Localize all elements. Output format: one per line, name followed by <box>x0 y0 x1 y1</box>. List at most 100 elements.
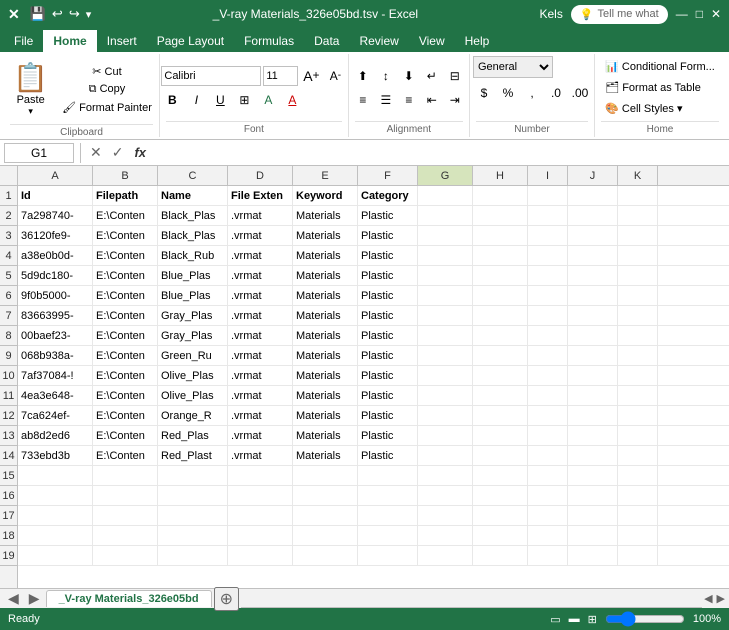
undo-icon[interactable]: ↩ <box>52 6 63 22</box>
cell-4-G[interactable] <box>418 246 473 265</box>
col-header-i[interactable]: I <box>528 166 568 185</box>
cell-reference-box[interactable] <box>4 143 74 163</box>
page-break-icon[interactable]: ⊞ <box>588 613 597 626</box>
cell-14-J[interactable] <box>568 446 618 465</box>
cell-2-J[interactable] <box>568 206 618 225</box>
wrap-text-btn[interactable]: ↵ <box>421 65 443 87</box>
row-num-7[interactable]: 7 <box>0 306 17 326</box>
cell-12-H[interactable] <box>473 406 528 425</box>
cell-15-D[interactable] <box>228 466 293 485</box>
cell-1-K[interactable] <box>618 186 658 205</box>
cell-19-C[interactable] <box>158 546 228 565</box>
cell-10-D[interactable]: .vrmat <box>228 366 293 385</box>
row-num-4[interactable]: 4 <box>0 246 17 266</box>
col-header-g[interactable]: G <box>418 166 473 185</box>
cell-13-C[interactable]: Red_Plas <box>158 426 228 445</box>
cell-8-B[interactable]: E:\Conten <box>93 326 158 345</box>
cell-8-D[interactable]: .vrmat <box>228 326 293 345</box>
cell-9-B[interactable]: E:\Conten <box>93 346 158 365</box>
align-middle-btn[interactable]: ↕ <box>375 65 397 87</box>
cell-17-F[interactable] <box>358 506 418 525</box>
cell-9-I[interactable] <box>528 346 568 365</box>
cell-11-H[interactable] <box>473 386 528 405</box>
cell-12-J[interactable] <box>568 406 618 425</box>
cell-11-E[interactable]: Materials <box>293 386 358 405</box>
font-name-input[interactable] <box>161 66 261 86</box>
cell-10-I[interactable] <box>528 366 568 385</box>
row-num-13[interactable]: 13 <box>0 426 17 446</box>
align-top-btn[interactable]: ⬆ <box>352 65 374 87</box>
scroll-left-btn[interactable]: ◀ <box>4 590 23 607</box>
cell-6-D[interactable]: .vrmat <box>228 286 293 305</box>
cell-3-D[interactable]: .vrmat <box>228 226 293 245</box>
col-header-b[interactable]: B <box>93 166 158 185</box>
cell-2-H[interactable] <box>473 206 528 225</box>
tab-page-layout[interactable]: Page Layout <box>147 30 234 52</box>
cell-8-A[interactable]: 00baef23- <box>18 326 93 345</box>
cell-2-B[interactable]: E:\Conten <box>93 206 158 225</box>
cell-19-K[interactable] <box>618 546 658 565</box>
cell-9-G[interactable] <box>418 346 473 365</box>
redo-icon[interactable]: ↪ <box>69 6 80 22</box>
cell-5-G[interactable] <box>418 266 473 285</box>
close-btn[interactable]: ✕ <box>711 7 721 21</box>
cell-11-K[interactable] <box>618 386 658 405</box>
cell-10-H[interactable] <box>473 366 528 385</box>
cell-14-I[interactable] <box>528 446 568 465</box>
cell-1-E[interactable]: Keyword <box>293 186 358 205</box>
cell-13-A[interactable]: ab8d2ed6 <box>18 426 93 445</box>
cell-5-D[interactable]: .vrmat <box>228 266 293 285</box>
cell-3-B[interactable]: E:\Conten <box>93 226 158 245</box>
tell-me-box[interactable]: 💡 Tell me what <box>571 5 668 24</box>
cell-12-I[interactable] <box>528 406 568 425</box>
font-size-input[interactable] <box>263 66 298 86</box>
cell-16-A[interactable] <box>18 486 93 505</box>
cell-19-A[interactable] <box>18 546 93 565</box>
cell-19-I[interactable] <box>528 546 568 565</box>
cell-13-J[interactable] <box>568 426 618 445</box>
cell-4-D[interactable]: .vrmat <box>228 246 293 265</box>
cell-1-G[interactable] <box>418 186 473 205</box>
cell-17-B[interactable] <box>93 506 158 525</box>
cell-5-I[interactable] <box>528 266 568 285</box>
conditional-format-btn[interactable]: 📊 Conditional Form... <box>600 57 720 76</box>
cell-4-K[interactable] <box>618 246 658 265</box>
tab-home[interactable]: Home <box>43 30 96 52</box>
tab-help[interactable]: Help <box>455 30 500 52</box>
cell-2-G[interactable] <box>418 206 473 225</box>
row-num-9[interactable]: 9 <box>0 346 17 366</box>
cell-15-K[interactable] <box>618 466 658 485</box>
cell-2-I[interactable] <box>528 206 568 225</box>
cell-6-I[interactable] <box>528 286 568 305</box>
row-num-16[interactable]: 16 <box>0 486 17 506</box>
cell-19-D[interactable] <box>228 546 293 565</box>
row-num-10[interactable]: 10 <box>0 366 17 386</box>
cell-10-B[interactable]: E:\Conten <box>93 366 158 385</box>
cell-2-K[interactable] <box>618 206 658 225</box>
cell-16-B[interactable] <box>93 486 158 505</box>
fill-color-button[interactable]: A <box>257 89 279 111</box>
number-format-select[interactable]: General <box>473 56 553 78</box>
cell-6-G[interactable] <box>418 286 473 305</box>
font-color-button[interactable]: A <box>281 89 303 111</box>
cell-6-E[interactable]: Materials <box>293 286 358 305</box>
cell-15-C[interactable] <box>158 466 228 485</box>
cell-11-D[interactable]: .vrmat <box>228 386 293 405</box>
sheet-tab-1[interactable]: _V-ray Materials_326e05bd <box>46 590 212 607</box>
cell-5-A[interactable]: 5d9dc180- <box>18 266 93 285</box>
cell-11-A[interactable]: 4ea3e648- <box>18 386 93 405</box>
cell-5-C[interactable]: Blue_Plas <box>158 266 228 285</box>
cell-8-K[interactable] <box>618 326 658 345</box>
row-num-12[interactable]: 12 <box>0 406 17 426</box>
cell-17-H[interactable] <box>473 506 528 525</box>
cell-4-J[interactable] <box>568 246 618 265</box>
row-num-3[interactable]: 3 <box>0 226 17 246</box>
cell-6-B[interactable]: E:\Conten <box>93 286 158 305</box>
cell-6-H[interactable] <box>473 286 528 305</box>
paste-dropdown-icon[interactable]: ▾ <box>28 106 33 117</box>
align-center-btn[interactable]: ☰ <box>375 89 397 111</box>
col-header-e[interactable]: E <box>293 166 358 185</box>
comma-btn[interactable]: , <box>521 82 543 104</box>
cell-8-I[interactable] <box>528 326 568 345</box>
row-num-19[interactable]: 19 <box>0 546 17 566</box>
